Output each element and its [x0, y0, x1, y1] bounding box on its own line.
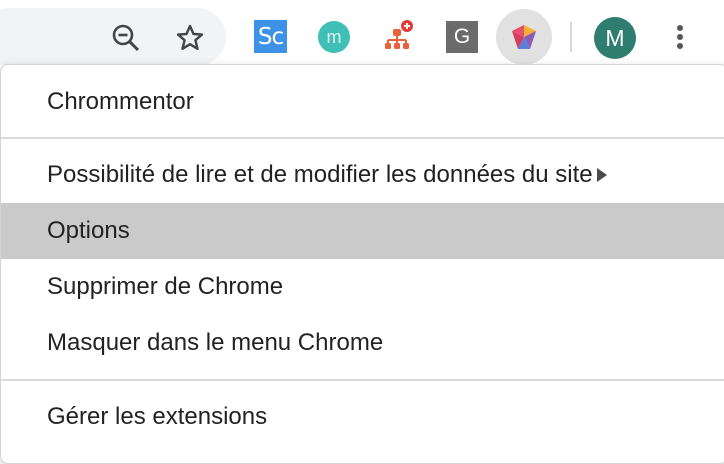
menu-item-site-access-label: Possibilité de lire et de modifier les d… — [47, 161, 593, 188]
extension-m-label: m — [326, 26, 342, 47]
avatar-initial: M — [605, 24, 625, 51]
extension-g-label: G — [453, 25, 471, 48]
profile-avatar[interactable]: M — [594, 17, 636, 59]
menu-item-site-access[interactable]: Possibilité de lire et de modifier les d… — [1, 147, 724, 203]
extension-chrommentor-icon[interactable] — [508, 21, 540, 53]
menu-item-manage-extensions[interactable]: Gérer les extensions — [1, 389, 724, 445]
kebab-menu-icon[interactable] — [664, 20, 696, 54]
menu-item-options[interactable]: Options — [1, 203, 724, 259]
menu-item-hide-label: Masquer dans le menu Chrome — [47, 329, 384, 356]
menu-item-extension-name-label: Chrommentor — [47, 88, 194, 115]
zoom-out-icon[interactable] — [108, 20, 144, 56]
extension-sitemap-icon[interactable] — [380, 18, 416, 54]
extension-sc-icon[interactable]: Sc — [254, 20, 287, 53]
menu-item-remove[interactable]: Supprimer de Chrome — [1, 259, 724, 315]
menu-separator — [1, 137, 724, 139]
bookmark-star-icon[interactable] — [172, 20, 208, 56]
extension-m-icon[interactable]: m — [318, 21, 350, 53]
menu-item-remove-label: Supprimer de Chrome — [47, 273, 284, 300]
menu-item-hide[interactable]: Masquer dans le menu Chrome — [1, 315, 724, 371]
extension-context-menu: Chrommentor Possibilité de lire et de mo… — [0, 64, 724, 464]
extension-sc-label: Sc — [257, 23, 284, 50]
menu-item-manage-extensions-label: Gérer les extensions — [47, 403, 268, 430]
menu-item-extension-name[interactable]: Chrommentor — [1, 73, 724, 131]
menu-item-options-label: Options — [47, 217, 130, 244]
toolbar-separator — [570, 22, 572, 52]
submenu-arrow-icon — [596, 168, 607, 182]
extension-g-icon[interactable]: G — [446, 21, 478, 53]
menu-separator — [1, 379, 724, 381]
